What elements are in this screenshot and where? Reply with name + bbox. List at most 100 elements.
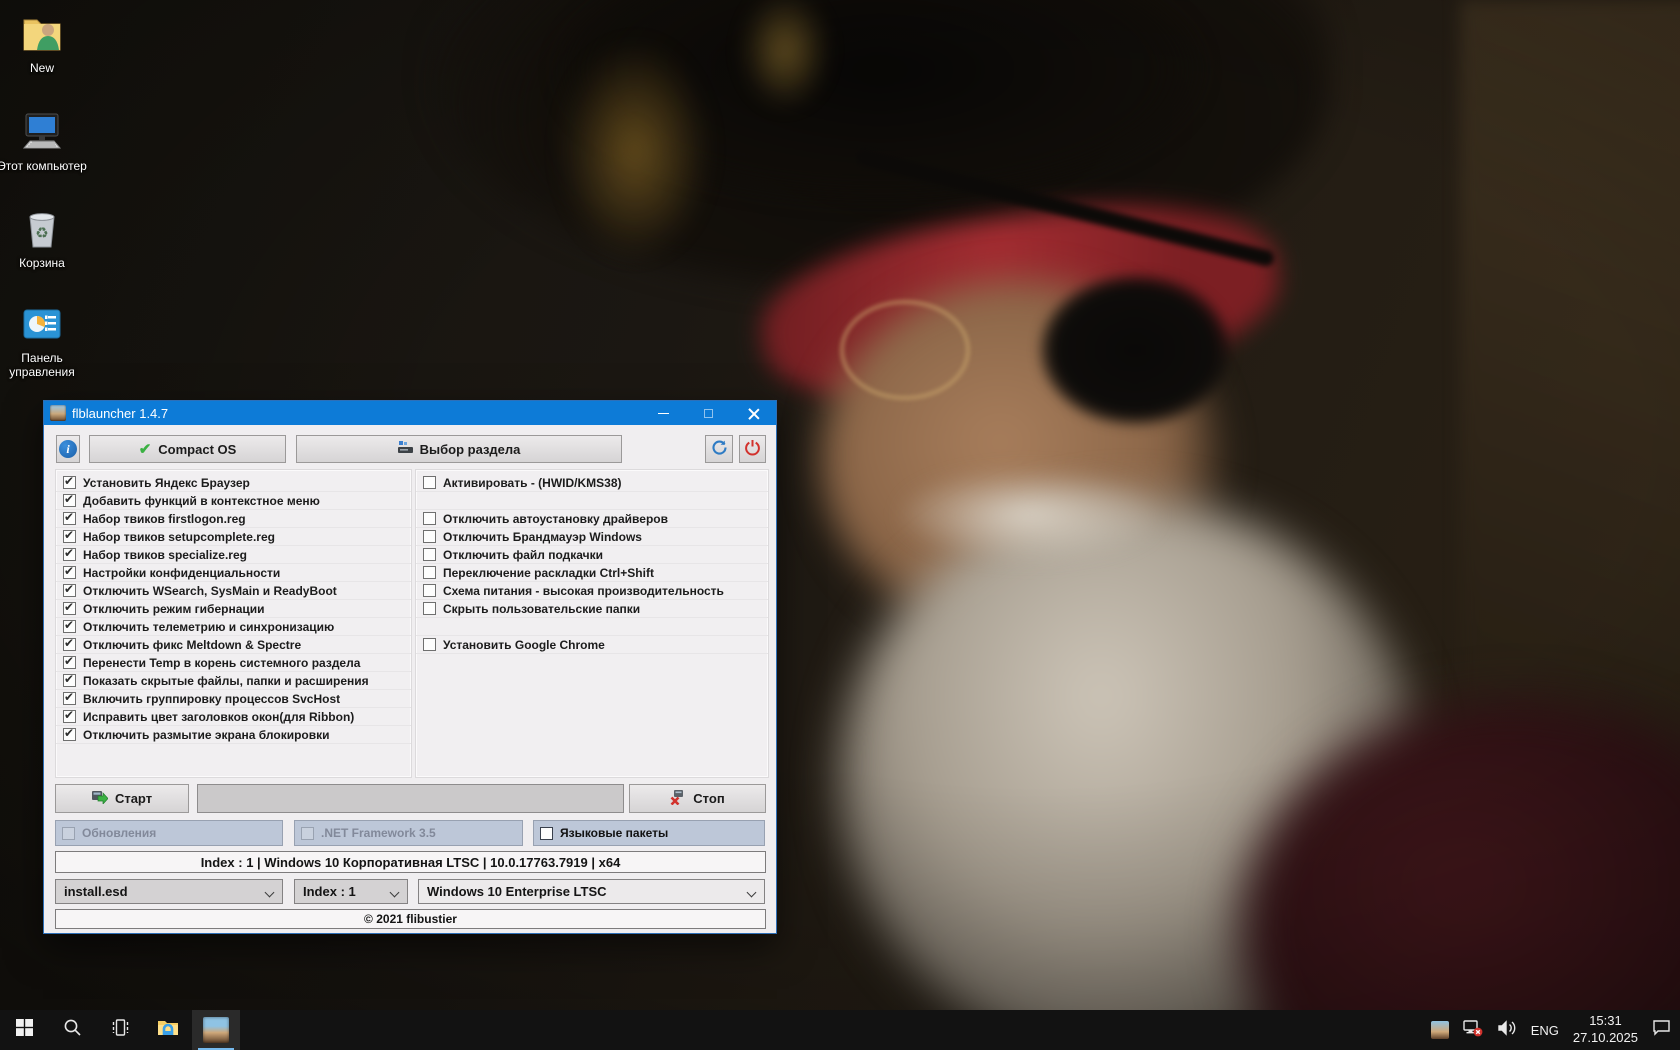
tweak-checkbox-row[interactable]: ✔ Отключить автоустановку драйверов <box>416 510 768 528</box>
tray-app-icon[interactable] <box>1426 1010 1454 1050</box>
partition-select-button[interactable]: Выбор раздела <box>296 435 622 463</box>
tweak-checkbox-row[interactable]: ✔ Набор твиков firstlogon.reg <box>56 510 411 528</box>
flblauncher-window: flblauncher 1.4.7 i ✔ Compact OS <box>43 400 777 934</box>
checkbox: ✔ <box>63 512 76 525</box>
window-footer: © 2021 flibustier <box>55 909 766 929</box>
checkbox: ✔ <box>423 548 436 561</box>
checkbox: ✔ <box>63 566 76 579</box>
checkbox-label: Набор твиков firstlogon.reg <box>83 512 246 526</box>
checkbox-label: Отключить режим гибернации <box>83 602 265 616</box>
stop-button[interactable]: Стоп <box>629 784 766 813</box>
tweak-checkbox-row[interactable]: ✔ <box>416 492 768 510</box>
file-explorer-button[interactable] <box>144 1010 192 1050</box>
desktop-icon-recycle-bin[interactable]: ♻ Корзина <box>0 205 87 270</box>
window-titlebar[interactable]: flblauncher 1.4.7 <box>44 401 776 425</box>
start-menu-button[interactable] <box>0 1010 48 1050</box>
checkmark-icon: ✔ <box>64 708 74 722</box>
checkbox: ✔ <box>63 602 76 615</box>
info-icon: i <box>59 440 77 458</box>
select-value: Index : 1 <box>303 884 356 899</box>
tweak-checkbox-row[interactable]: ✔ Отключить файл подкачки <box>416 546 768 564</box>
extra-option[interactable]: .NET Framework 3.5 <box>294 820 523 846</box>
checkbox-label: Набор твиков specialize.reg <box>83 548 247 562</box>
tweak-checkbox-row[interactable]: ✔ Установить Яндекс Браузер <box>56 474 411 492</box>
task-view-button[interactable] <box>96 1010 144 1050</box>
tweak-checkbox-row[interactable]: ✔ Переключение раскладки Ctrl+Shift <box>416 564 768 582</box>
index-select[interactable]: Index : 1 <box>294 879 408 904</box>
tweak-checkbox-row[interactable]: ✔ Исправить цвет заголовков окон(для Rib… <box>56 708 411 726</box>
tweak-checkbox-row[interactable]: ✔ Отключить размытие экрана блокировки <box>56 726 411 744</box>
extra-option[interactable]: Языковые пакеты <box>533 820 765 846</box>
checkmark-icon: ✔ <box>64 474 74 488</box>
tweak-checkbox-row[interactable]: ✔ Отключить WSearch, SysMain и ReadyBoot <box>56 582 411 600</box>
info-button[interactable]: i <box>56 435 80 463</box>
tweak-checkbox-row[interactable]: ✔ Схема питания - высокая производительн… <box>416 582 768 600</box>
tweak-checkbox-row[interactable]: ✔ Показать скрытые файлы, папки и расшир… <box>56 672 411 690</box>
tweak-checkbox-row[interactable]: ✔ Настройки конфиденциальности <box>56 564 411 582</box>
system-tray: ENG 15:31 27.10.2025 <box>1426 1010 1676 1050</box>
tweak-checkbox-row[interactable]: ✔ Добавить функций в контекстное меню <box>56 492 411 510</box>
desktop-icon-new[interactable]: New <box>0 10 87 75</box>
checkbox <box>540 827 553 840</box>
checkbox: ✔ <box>423 638 436 651</box>
language-indicator[interactable]: ENG <box>1526 1010 1564 1050</box>
network-status[interactable] <box>1458 1010 1488 1050</box>
minimize-button[interactable] <box>641 401 686 425</box>
volume-control[interactable] <box>1492 1010 1522 1050</box>
refresh-button[interactable] <box>705 435 733 463</box>
checkmark-icon: ✔ <box>64 654 74 668</box>
close-button[interactable] <box>731 401 776 425</box>
user-folder-icon <box>18 10 66 58</box>
checkbox-label: Отключить автоустановку драйверов <box>443 512 668 526</box>
checkbox-label: Исправить цвет заголовков окон(для Ribbo… <box>83 710 354 724</box>
desktop-icon-control-panel[interactable]: Панель управления <box>0 300 87 380</box>
checkbox-label: Переключение раскладки Ctrl+Shift <box>443 566 654 580</box>
tweak-checkbox-row[interactable]: ✔ Отключить режим гибернации <box>56 600 411 618</box>
tweak-checkbox-row[interactable]: ✔ Активировать - (HWID/KMS38) <box>416 474 768 492</box>
checkbox-label: Набор твиков setupcomplete.reg <box>83 530 275 544</box>
checkbox: ✔ <box>423 512 436 525</box>
power-button[interactable] <box>739 435 766 463</box>
checkbox <box>62 827 75 840</box>
check-icon: ✔ <box>139 440 152 458</box>
image-file-select[interactable]: install.esd <box>55 879 283 904</box>
tweaks-panel-right: ✔ Активировать - (HWID/KMS38) ✔ ✔ Отключ… <box>415 469 769 778</box>
chevron-down-icon <box>266 889 274 897</box>
clock[interactable]: 15:31 27.10.2025 <box>1568 1010 1643 1050</box>
extra-option[interactable]: Обновления <box>55 820 283 846</box>
tweak-checkbox-row[interactable]: ✔ Установить Google Chrome <box>416 636 768 654</box>
checkbox-label: Отключить размытие экрана блокировки <box>83 728 330 742</box>
partition-label: Выбор раздела <box>420 442 521 457</box>
maximize-button[interactable] <box>686 401 731 425</box>
tweak-checkbox-row[interactable]: ✔ Перенести Temp в корень системного раз… <box>56 654 411 672</box>
taskbar: ENG 15:31 27.10.2025 <box>0 1010 1680 1050</box>
tweak-checkbox-row[interactable]: ✔ Отключить Брандмауэр Windows <box>416 528 768 546</box>
taskbar-app-flblauncher[interactable] <box>192 1010 240 1050</box>
select-value: Windows 10 Enterprise LTSC <box>427 884 607 899</box>
checkbox: ✔ <box>63 638 76 651</box>
recycle-bin-icon: ♻ <box>18 205 66 253</box>
checkbox-label: Установить Google Chrome <box>443 638 605 652</box>
checkbox: ✔ <box>423 566 436 579</box>
tweak-checkbox-row[interactable]: ✔ Набор твиков setupcomplete.reg <box>56 528 411 546</box>
edition-select[interactable]: Windows 10 Enterprise LTSC <box>418 879 765 904</box>
chevron-down-icon <box>391 889 399 897</box>
checkbox-label: Отключить WSearch, SysMain и ReadyBoot <box>83 584 337 598</box>
action-center-button[interactable] <box>1647 1010 1676 1050</box>
tweak-checkbox-row[interactable]: ✔ Набор твиков specialize.reg <box>56 546 411 564</box>
tweak-checkbox-row[interactable]: ✔ Включить группировку процессов SvcHost <box>56 690 411 708</box>
flblauncher-tray-icon <box>1431 1021 1449 1039</box>
extra-label: .NET Framework 3.5 <box>321 826 436 840</box>
compact-os-button[interactable]: ✔ Compact OS <box>89 435 286 463</box>
tweak-checkbox-row[interactable]: ✔ Отключить телеметрию и синхронизацию <box>56 618 411 636</box>
compact-os-label: Compact OS <box>158 442 236 457</box>
desktop-icon-this-pc[interactable]: Этот компьютер <box>0 108 87 173</box>
tweak-checkbox-row[interactable]: ✔ <box>416 618 768 636</box>
tweak-checkbox-row[interactable]: ✔ Отключить фикс Meltdown & Spectre <box>56 636 411 654</box>
tweak-checkbox-row[interactable]: ✔ Скрыть пользовательские папки <box>416 600 768 618</box>
checkmark-icon: ✔ <box>64 528 74 542</box>
search-button[interactable] <box>48 1010 96 1050</box>
start-button[interactable]: Старт <box>55 784 189 813</box>
action-center-icon <box>1652 1019 1671 1041</box>
control-panel-icon <box>18 300 66 348</box>
